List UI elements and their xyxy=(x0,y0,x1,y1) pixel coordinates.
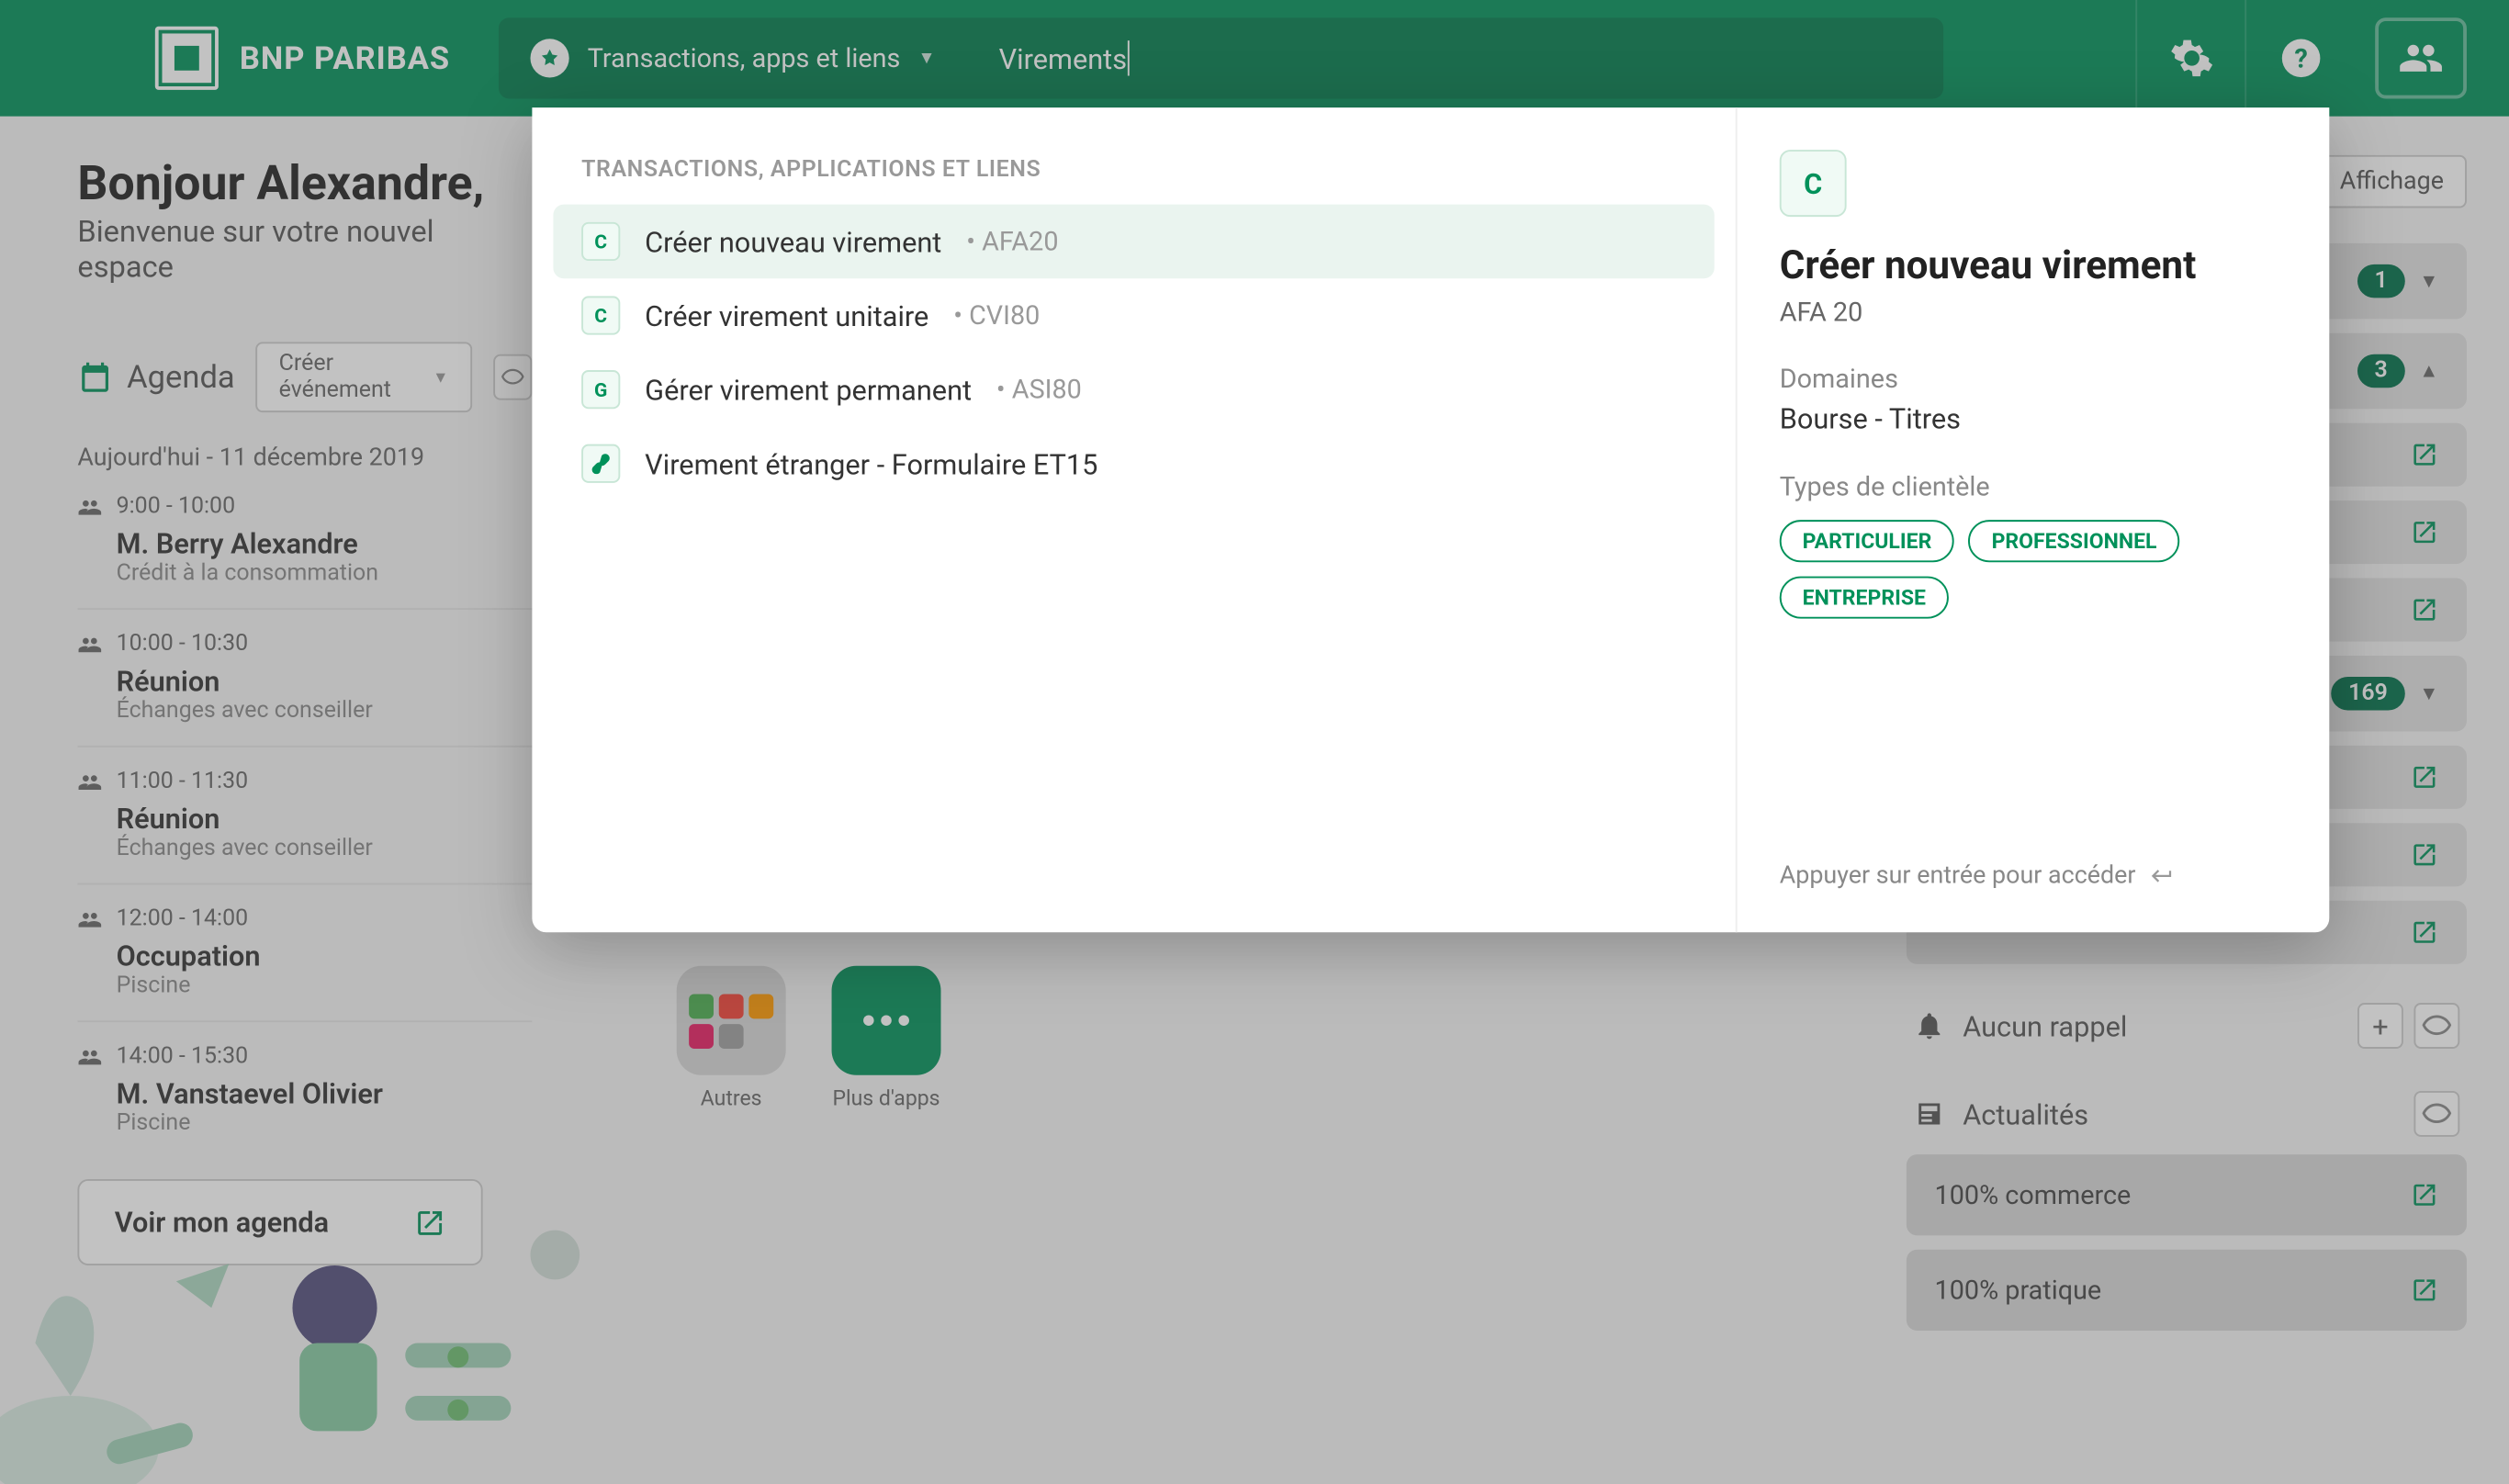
domains-label: Domaines xyxy=(1780,363,2288,395)
result-badge: C xyxy=(581,296,620,334)
search-result-item[interactable]: C Créer virement unitaire CVI80 xyxy=(553,278,1714,353)
search-dropdown: TRANSACTIONS, APPLICATIONS ET LIENS C Cré… xyxy=(532,107,2329,932)
result-title: Gérer virement permanent xyxy=(645,373,972,406)
result-badge: G xyxy=(581,370,620,409)
result-code: AFA20 xyxy=(966,226,1058,258)
dropdown-footer: Appuyer sur entrée pour accéder xyxy=(1780,862,2288,891)
domains-value: Bourse - Titres xyxy=(1780,402,2288,435)
clientele-chip: PARTICULIER xyxy=(1780,520,1955,562)
result-badge: C xyxy=(581,222,620,261)
detail-title: Créer nouveau virement xyxy=(1780,245,2288,289)
clientele-label: Types de clientèle xyxy=(1780,470,2288,502)
detail-code: AFA 20 xyxy=(1780,296,2288,328)
detail-badge: C xyxy=(1780,150,1847,217)
result-title: Créer nouveau virement xyxy=(645,225,941,258)
clientele-chip: PROFESSIONNEL xyxy=(1969,520,2180,562)
clientele-chip: ENTREPRISE xyxy=(1780,577,1949,619)
result-code: ASI80 xyxy=(996,374,1082,406)
result-title: Virement étranger - Formulaire ET15 xyxy=(645,447,1097,480)
enter-icon xyxy=(2150,863,2175,888)
search-result-item[interactable]: G Gérer virement permanent ASI80 xyxy=(553,353,1714,427)
dropdown-detail: C Créer nouveau virement AFA 20 Domaines… xyxy=(1738,107,2330,932)
dropdown-results: TRANSACTIONS, APPLICATIONS ET LIENS C Cré… xyxy=(532,107,1737,932)
dropdown-section-title: TRANSACTIONS, APPLICATIONS ET LIENS xyxy=(553,142,1714,204)
search-result-item[interactable]: C Créer nouveau virement AFA20 xyxy=(553,205,1714,279)
result-title: Créer virement unitaire xyxy=(645,298,928,332)
link-icon xyxy=(581,444,620,483)
clientele-chips: PARTICULIER PROFESSIONNEL ENTREPRISE xyxy=(1780,520,2288,618)
search-result-item[interactable]: Virement étranger - Formulaire ET15 xyxy=(553,426,1714,500)
result-code: CVI80 xyxy=(953,299,1040,332)
